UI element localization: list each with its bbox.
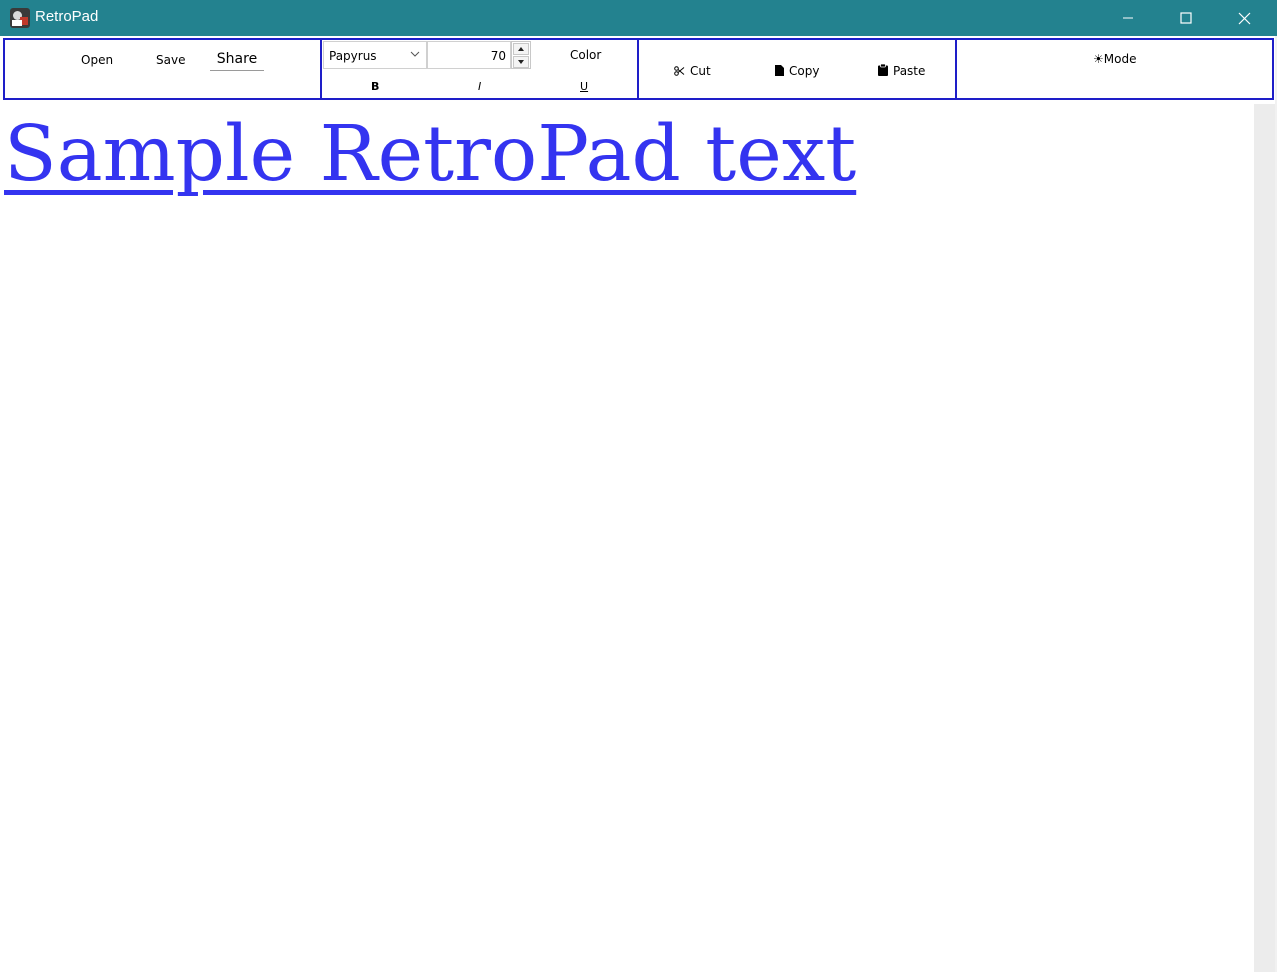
view-group: ☀Mode [955, 38, 1274, 100]
cut-label: Cut [690, 64, 711, 78]
font-family-select[interactable]: Papyrus [323, 41, 427, 69]
mode-button[interactable]: ☀Mode [1093, 52, 1136, 66]
paste-label: Paste [893, 64, 926, 78]
app-icon[interactable] [10, 8, 30, 28]
share-button[interactable]: Share [210, 48, 264, 71]
format-group: Papyrus 70 Color B I U [320, 38, 639, 100]
paste-button[interactable]: Paste [878, 64, 925, 78]
close-button[interactable] [1215, 0, 1273, 36]
italic-button[interactable]: I [478, 80, 481, 93]
font-size-value: 70 [490, 49, 506, 63]
toolbar: Open Save Share Papyrus 70 Color B I U C… [0, 36, 1277, 104]
window-title: RetroPad [35, 8, 99, 25]
chevron-down-icon [410, 51, 420, 57]
clipboard-icon [878, 64, 888, 76]
save-button[interactable]: Save [156, 53, 185, 67]
spin-down-button[interactable] [513, 56, 529, 68]
edit-group: Cut Copy Paste [637, 38, 957, 100]
text-editor[interactable] [2, 104, 1254, 972]
cut-button[interactable]: Cut [674, 64, 711, 78]
minimize-icon [1123, 17, 1133, 19]
font-family-value: Papyrus [329, 49, 377, 63]
caret-up-icon [518, 47, 524, 51]
scissors-icon [674, 66, 685, 76]
underline-button[interactable]: U [580, 80, 588, 93]
font-size-input[interactable]: 70 [427, 41, 511, 69]
title-bar: RetroPad [0, 0, 1277, 36]
close-icon [1238, 12, 1250, 24]
color-button[interactable]: Color [570, 48, 601, 62]
caret-down-icon [518, 60, 524, 64]
copy-label: Copy [789, 64, 820, 78]
copy-button[interactable]: Copy [775, 64, 819, 78]
maximize-icon [1180, 12, 1192, 24]
file-group: Open Save Share [3, 38, 322, 100]
font-size-spinner [511, 41, 531, 69]
document-text[interactable]: Sample RetroPad text [4, 116, 856, 193]
maximize-button[interactable] [1157, 0, 1215, 36]
open-button[interactable]: Open [81, 53, 113, 67]
spin-up-button[interactable] [513, 43, 529, 55]
bold-button[interactable]: B [371, 80, 379, 93]
minimize-button[interactable] [1099, 0, 1157, 36]
vertical-scrollbar[interactable] [1254, 104, 1275, 972]
document-icon [775, 65, 784, 76]
